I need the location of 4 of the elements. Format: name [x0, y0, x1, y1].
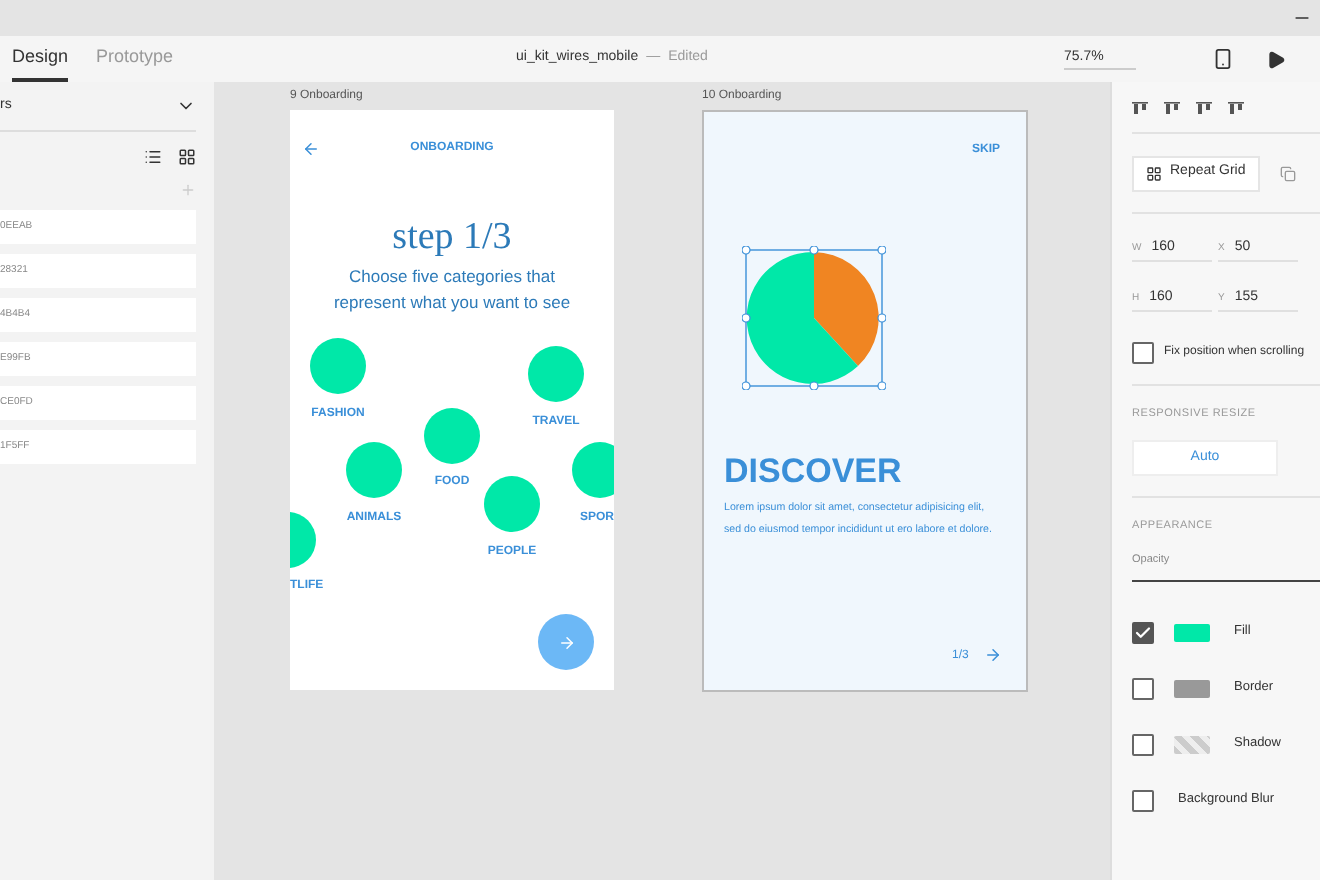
tab[interactable]: Prototype — [96, 36, 174, 82]
subtitle: Choose five categories that represent what you want to see — [331, 264, 573, 316]
discover-heading: DISCOVER — [724, 450, 902, 494]
step-title: step 1/3 — [390, 214, 514, 262]
